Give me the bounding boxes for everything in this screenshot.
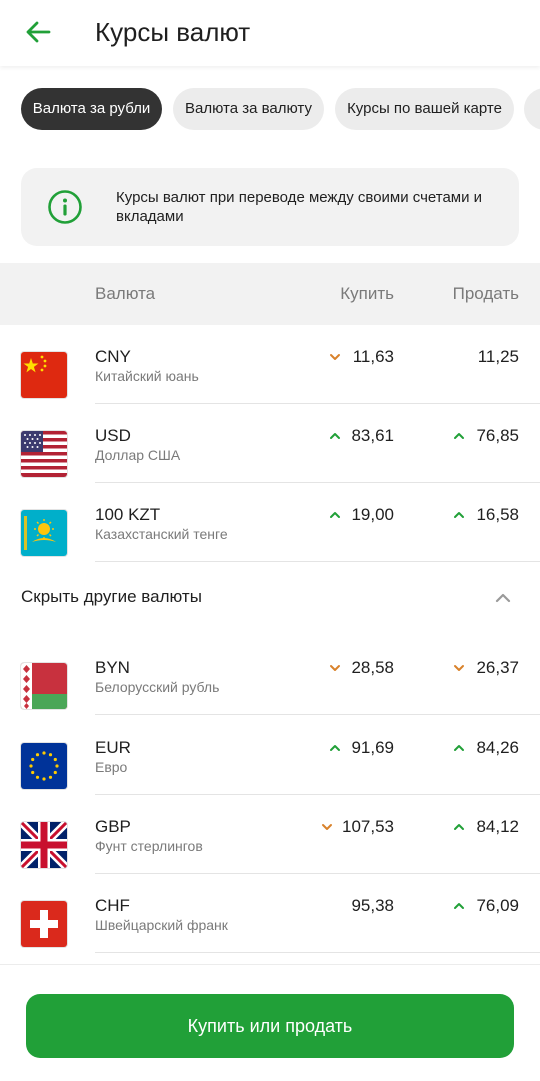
currency-row-byn[interactable]: BYN Белорусский рубль 28,58 26,37 — [0, 636, 540, 715]
trend-up-icon — [454, 433, 464, 439]
trend-up-icon — [454, 512, 464, 518]
currency-name: Китайский юань — [95, 368, 199, 384]
buy-rate: 91,69 — [351, 738, 394, 757]
trend-down-icon — [330, 665, 340, 671]
trend-up-icon — [454, 824, 464, 830]
currency-code: 100 KZT — [95, 505, 161, 524]
currency-row-usd[interactable]: USD Доллар США 83,61 76,85 — [0, 404, 540, 483]
switzerland-flag-icon — [21, 901, 67, 947]
sell-rate: 26,37 — [476, 658, 519, 677]
trend-down-icon — [322, 824, 332, 830]
kazakhstan-flag-icon — [21, 510, 67, 556]
back-button[interactable] — [20, 14, 56, 50]
currency-code: USD — [95, 426, 131, 445]
tab-bar: Валюта за рубли Валюта за валюту Курсы п… — [0, 88, 540, 132]
trend-down-icon — [454, 665, 464, 671]
info-banner: Курсы валют при переводе между своими сч… — [21, 168, 519, 246]
sell-rate: 16,58 — [476, 505, 519, 524]
buy-rate: 28,58 — [351, 658, 394, 677]
sell-rate: 11,25 — [477, 347, 519, 366]
buy-or-sell-button[interactable]: Купить или продать — [26, 994, 514, 1058]
uk-flag-icon — [21, 822, 67, 868]
table-header: Валюта Купить Продать — [0, 263, 540, 325]
currency-row-eur[interactable]: EUR Евро 91,69 84,26 — [0, 716, 540, 795]
trend-up-icon — [454, 903, 464, 909]
arrow-left-icon — [26, 21, 51, 43]
trend-up-icon — [330, 745, 340, 751]
row-divider — [95, 561, 540, 562]
currency-name: Швейцарский франк — [95, 917, 228, 933]
buy-rate: 83,61 — [351, 426, 394, 445]
row-divider — [95, 952, 540, 953]
currency-row-cny[interactable]: CNY Китайский юань 11,63 11,25 — [0, 325, 540, 404]
buy-rate: 11,63 — [352, 347, 394, 366]
column-header-sell: Продать — [452, 284, 519, 303]
info-text: Курсы валют при переводе между своими сч… — [116, 189, 483, 225]
column-header-currency: Валюта — [95, 284, 156, 303]
belarus-flag-icon — [21, 663, 67, 709]
sell-rate: 84,12 — [476, 817, 519, 836]
tab-more[interactable] — [524, 88, 540, 130]
toggle-label: Скрыть другие валюты — [21, 587, 202, 606]
eu-flag-icon — [21, 743, 67, 789]
top-app-bar: Курсы валют — [0, 0, 540, 66]
currency-name: Белорусский рубль — [95, 679, 220, 695]
currency-code: CNY — [95, 347, 131, 366]
currency-code: EUR — [95, 738, 131, 757]
tab-card-rates[interactable]: Курсы по вашей карте — [335, 88, 514, 130]
column-header-buy: Купить — [340, 284, 394, 303]
chevron-up-icon — [495, 593, 511, 603]
trend-down-icon — [330, 354, 340, 360]
buy-rate: 107,53 — [342, 817, 394, 836]
trend-up-icon — [330, 512, 340, 518]
currency-row-gbp[interactable]: GBP Фунт стерлингов 107,53 84,12 — [0, 795, 540, 874]
trend-up-icon — [454, 745, 464, 751]
currency-name: Фунт стерлингов — [95, 838, 203, 854]
currency-name: Казахстанский тенге — [95, 526, 228, 542]
hide-other-currencies-toggle[interactable]: Скрыть другие валюты — [0, 575, 540, 621]
sell-rate: 84,26 — [476, 738, 519, 757]
currency-name: Доллар США — [95, 447, 181, 463]
currency-code: CHF — [95, 896, 130, 915]
trend-up-icon — [330, 433, 340, 439]
currency-code: GBP — [95, 817, 131, 836]
page-title: Курсы валют — [95, 17, 251, 47]
sell-rate: 76,09 — [476, 896, 519, 915]
currency-row-chf[interactable]: CHF Швейцарский франк 95,38 76,09 — [0, 874, 540, 953]
row-divider — [95, 714, 540, 715]
usa-flag-icon — [21, 431, 67, 477]
buy-rate: 95,38 — [351, 896, 394, 915]
tab-currency-for-currency[interactable]: Валюта за валюту — [173, 88, 324, 130]
currency-row-kzt[interactable]: 100 KZT Казахстанский тенге 19,00 16,58 — [0, 483, 540, 562]
tab-currency-for-rubles[interactable]: Валюта за рубли — [21, 88, 162, 130]
currency-code: BYN — [95, 658, 130, 677]
currency-name: Евро — [95, 759, 128, 775]
buy-rate: 19,00 — [351, 505, 394, 524]
china-flag-icon — [21, 352, 67, 398]
sell-rate: 76,85 — [476, 426, 519, 445]
info-icon — [48, 190, 82, 224]
